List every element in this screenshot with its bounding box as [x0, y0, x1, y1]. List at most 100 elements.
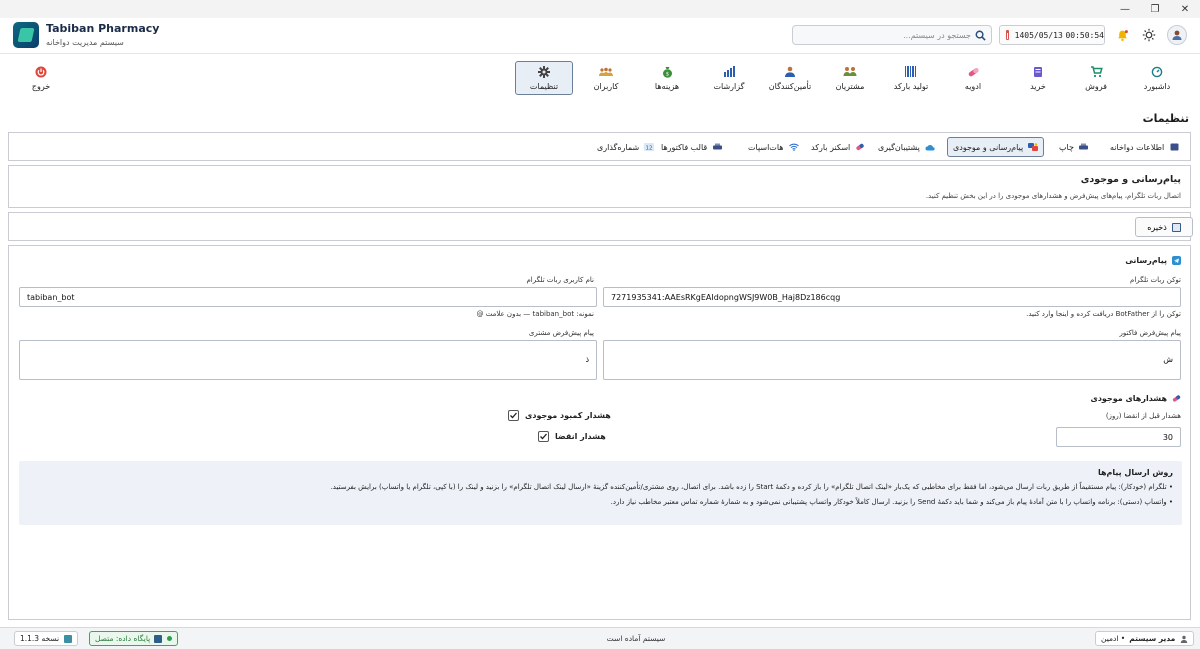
page-title: تنظیمات	[1142, 112, 1189, 125]
section-description: اتصال ربات تلگرام، پیام‌های پیش‌فرض و هش…	[925, 192, 1181, 200]
tab-messaging-inventory[interactable]: پیام‌رسانی و موجودی	[947, 137, 1045, 157]
datetime-box: 1405/05/13 00:50:54	[999, 25, 1105, 45]
nav-settings[interactable]: تنظیمات	[515, 61, 573, 95]
user-name: مدیر سیستم	[1129, 634, 1176, 643]
purchase-icon	[1031, 66, 1045, 78]
save-button[interactable]: ذخیره	[1135, 217, 1193, 237]
template-printer-icon	[712, 143, 722, 152]
token-input[interactable]	[603, 287, 1181, 307]
low-stock-label: هشدار کمبود موجودی	[525, 411, 611, 420]
settings-tabs: اطلاعات دواخانه چاپ پیام‌رسانی و موجودی …	[8, 132, 1191, 161]
nav-label: مشتریان	[835, 81, 865, 91]
nav-dashboard[interactable]: داشبورد	[1136, 61, 1178, 95]
supplier-icon	[783, 66, 797, 78]
user-icon	[1181, 635, 1188, 643]
token-hint: توکن را از BotFather دریافت کرده و اینجا…	[1026, 310, 1181, 318]
messaging-heading-text: پیام‌رسانی	[1125, 256, 1167, 265]
svg-text:12: 12	[646, 145, 653, 151]
tab-label: قالب فاکتورها	[661, 142, 708, 152]
tab-label: شماره‌گذاری	[597, 142, 640, 152]
search-icon[interactable]	[973, 28, 987, 42]
tab-label: اطلاعات دواخانه	[1110, 142, 1165, 152]
tab-label: اسکنر بارکد	[811, 142, 851, 152]
messaging-icon	[1028, 142, 1039, 152]
global-search[interactable]	[792, 25, 992, 45]
save-icon	[1171, 222, 1181, 232]
toolbar: ذخیره	[8, 212, 1193, 241]
power-icon	[34, 66, 48, 78]
low-stock-alert[interactable]: هشدار کمبود موجودی	[508, 410, 611, 421]
telegram-icon	[1172, 256, 1181, 265]
token-label: توکن ربات تلگرام	[1130, 276, 1181, 284]
cart-icon	[1089, 65, 1103, 78]
current-user-box[interactable]: مدیر سیستم • ادمین	[1095, 631, 1195, 646]
nav-reports[interactable]: گزارشات	[708, 61, 750, 95]
nav-sales[interactable]: فروش	[1078, 61, 1114, 95]
bell-icon[interactable]	[1114, 27, 1130, 43]
nav-suppliers[interactable]: تأمین‌کنندگان	[766, 61, 814, 95]
restore-icon[interactable]: ❐	[1140, 0, 1170, 18]
nav-label: داشبورد	[1143, 81, 1171, 91]
nav-label: کاربران	[593, 81, 619, 91]
expiry-alert-label: هشدار انقضا	[555, 432, 606, 441]
expiry-days-input[interactable]	[1056, 427, 1181, 447]
app-logo	[13, 22, 39, 48]
tab-print[interactable]: چاپ	[1054, 137, 1094, 157]
sending-methods-info: روش ارسال پیام‌ها • تلگرام (خودکار): پیا…	[19, 461, 1182, 525]
app-subtitle: سیستم مدیریت دواخانه	[46, 38, 124, 47]
tab-numbering[interactable]: 12 شماره‌گذاری	[592, 137, 659, 157]
inventory-heading-text: هشدارهای موجودی	[1090, 394, 1167, 403]
nav-label: ادویه	[964, 81, 982, 91]
inventory-heading: هشدارهای موجودی	[1090, 394, 1181, 403]
tab-label: پیام‌رسانی و موجودی	[953, 142, 1024, 152]
main-nav: داشبورد فروش خرید ادویه تولید بارکد مشتر…	[0, 56, 1200, 100]
time-text: 00:50:54	[1065, 30, 1104, 40]
invoice-message-label: پیام پیش‌فرض فاکتور	[1119, 329, 1181, 337]
section-header: پیام‌رسانی و موجودی اتصال ربات تلگرام، پ…	[8, 165, 1191, 208]
bot-username-input[interactable]	[19, 287, 597, 307]
nav-label: خرید	[1030, 81, 1046, 91]
search-input[interactable]	[801, 30, 971, 40]
barcode-icon	[904, 66, 918, 78]
nav-customers[interactable]: مشتریان	[826, 61, 874, 95]
nav-barcode[interactable]: تولید بارکد	[885, 61, 937, 95]
theme-toggle-icon[interactable]	[1141, 27, 1157, 43]
tab-pharmacy-info[interactable]: اطلاعات دواخانه	[1105, 137, 1184, 157]
nav-purchase[interactable]: خرید	[1020, 61, 1056, 95]
info-title: روش ارسال پیام‌ها	[1097, 468, 1173, 477]
tab-label: پشتیبان‌گیری	[878, 142, 920, 152]
printer-icon	[1079, 143, 1089, 152]
low-stock-checkbox[interactable]	[508, 410, 519, 421]
tab-backup[interactable]: پشتیبان‌گیری	[873, 137, 940, 157]
gear-icon	[537, 65, 551, 78]
expiry-alert-checkbox[interactable]	[538, 431, 549, 442]
nav-expenses[interactable]: $ هزینه‌ها	[648, 61, 686, 95]
money-bag-icon: $	[660, 66, 674, 78]
tab-barcode-scanner[interactable]: اسکنر بارکد	[806, 137, 870, 157]
status-message: سیستم آماده است	[606, 634, 666, 643]
invoice-message-input[interactable]: ش	[603, 340, 1181, 380]
logout-label: خروج	[31, 81, 51, 91]
customers-icon	[843, 66, 857, 78]
nav-label: گزارشات	[713, 81, 745, 91]
expiry-alert[interactable]: هشدار انقضا	[538, 431, 606, 442]
date-text: 1405/05/13	[1014, 30, 1063, 40]
user-role: • ادمین	[1101, 634, 1126, 643]
user-avatar[interactable]	[1167, 25, 1187, 45]
pill-icon	[966, 66, 980, 78]
info-card-icon	[1169, 143, 1179, 152]
minimize-icon[interactable]: —	[1110, 0, 1140, 18]
tab-hotspot[interactable]: هات‌اسپات	[743, 137, 804, 157]
svg-text:$: $	[665, 71, 668, 77]
nav-label: فروش	[1085, 81, 1107, 91]
nav-users[interactable]: کاربران	[589, 61, 623, 95]
nav-medicine[interactable]: ادویه	[955, 61, 991, 95]
messaging-heading: پیام‌رسانی	[1125, 256, 1181, 265]
customer-message-input[interactable]: ذ	[19, 340, 597, 380]
tab-invoice-templates[interactable]: قالب فاکتورها	[656, 137, 727, 157]
info-telegram-line: • تلگرام (خودکار): پیام مستقیماً از طریق…	[330, 483, 1173, 491]
nav-logout[interactable]: خروج	[24, 61, 58, 95]
nav-label: هزینه‌ها	[654, 81, 680, 91]
close-icon[interactable]: ✕	[1170, 0, 1200, 18]
tab-label: چاپ	[1059, 142, 1074, 152]
